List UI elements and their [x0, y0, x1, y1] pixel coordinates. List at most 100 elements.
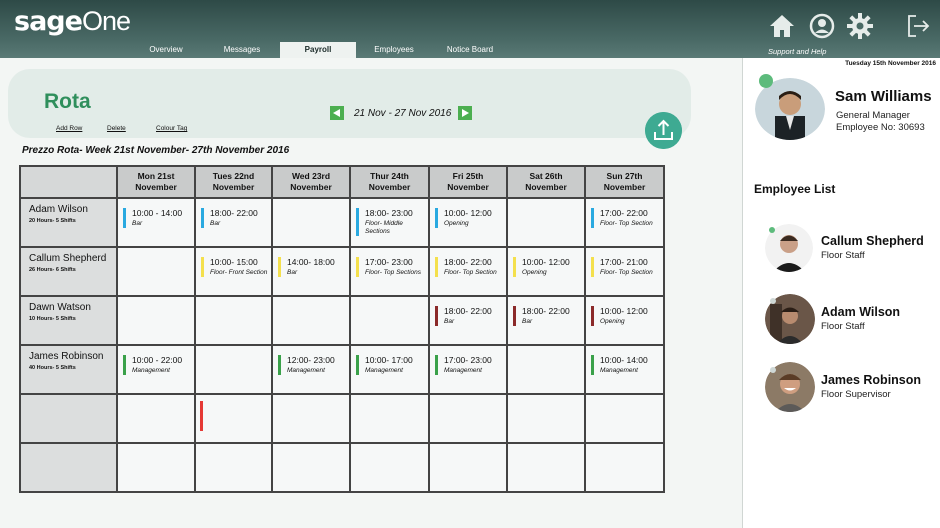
colour-tag-marker[interactable] — [200, 401, 203, 431]
day-header: Thur 24th November — [349, 165, 430, 199]
shift-cell[interactable] — [271, 295, 351, 346]
employee-cell[interactable]: Adam Wilson 20 Hours- 5 Shifts — [19, 197, 118, 248]
shift-cell[interactable]: 17:00- 22:00 Floor- Top Section — [584, 197, 665, 248]
shift-entry[interactable]: 10:00- 14:00 Management — [591, 355, 648, 375]
previous-week-arrow-icon[interactable] — [330, 106, 344, 120]
shift-cell[interactable]: 10:00 - 22:00 Management — [116, 344, 196, 395]
shift-entry[interactable]: 17:00- 23:00 Management — [435, 355, 492, 375]
shift-cell[interactable] — [584, 442, 665, 493]
shift-cell[interactable] — [116, 442, 196, 493]
shift-role: Floor- Middle Sections — [365, 220, 403, 235]
shift-cell[interactable]: 18:00- 22:00 Bar — [506, 295, 586, 346]
shift-cell[interactable]: 10:00- 12:00 Opening — [584, 295, 665, 346]
shift-entry[interactable]: 17:00- 22:00 Floor- Top Section — [591, 208, 653, 228]
shift-cell[interactable] — [194, 295, 273, 346]
support-and-help-link[interactable]: Support and Help — [768, 47, 826, 56]
shift-cell[interactable] — [194, 442, 273, 493]
shift-entry[interactable]: 12:00- 23:00 Management — [278, 355, 335, 375]
employee-cell[interactable]: James Robinson 40 Hours- 5 Shifts — [19, 344, 118, 395]
shift-cell[interactable]: 12:00- 23:00 Management — [271, 344, 351, 395]
shift-cell[interactable] — [271, 442, 351, 493]
shift-cell[interactable]: 10:00- 12:00 Opening — [506, 246, 586, 297]
shift-cell[interactable] — [428, 442, 508, 493]
day-header: Sat 26th November — [506, 165, 586, 199]
shift-cell[interactable] — [349, 442, 430, 493]
shift-cell[interactable] — [506, 442, 586, 493]
shift-cell[interactable] — [194, 344, 273, 395]
settings-icon[interactable] — [846, 12, 874, 40]
employee-cell[interactable]: Dawn Watson 10 Hours- 5 Shifts — [19, 295, 118, 346]
shift-cell[interactable]: 10:00- 14:00 Management — [584, 344, 665, 395]
home-icon[interactable] — [768, 12, 796, 40]
shift-cell[interactable] — [349, 295, 430, 346]
employee-cell[interactable]: Callum Shepherd 26 Hours- 6 Shifts — [19, 246, 118, 297]
shift-entry[interactable]: 10:00- 12:00 Opening — [513, 257, 570, 277]
shift-entry[interactable]: 18:00- 22:00 Bar — [435, 306, 492, 326]
shift-cell[interactable]: 10:00- 17:00 Management — [349, 344, 430, 395]
shift-role: Bar — [132, 220, 143, 227]
shift-entry[interactable]: 10:00 - 22:00 Management — [123, 355, 182, 375]
account-icon[interactable] — [808, 12, 836, 40]
shift-cell[interactable] — [506, 393, 586, 444]
shift-cell[interactable] — [194, 393, 273, 444]
nav-tab-messages[interactable]: Messages — [204, 42, 280, 58]
shift-cell[interactable]: 14:00- 18:00 Bar — [271, 246, 351, 297]
shift-cell[interactable] — [349, 393, 430, 444]
employee-cell[interactable] — [19, 393, 118, 444]
shift-cell[interactable] — [271, 197, 351, 248]
shift-entry[interactable]: 14:00- 18:00 Bar — [278, 257, 335, 277]
shift-cell[interactable]: 17:00- 23:00 Management — [428, 344, 508, 395]
app-logo[interactable]: sageOne — [14, 6, 131, 37]
shift-cell[interactable]: 10:00- 12:00 Opening — [428, 197, 508, 248]
shift-cell[interactable]: 17:00- 21:00 Floor- Top Section — [584, 246, 665, 297]
shift-time: 10:00- 17:00 — [365, 355, 413, 365]
colour-tag-button[interactable]: Colour Tag — [156, 125, 187, 132]
shift-cell[interactable]: 10:00 - 14:00 Bar — [116, 197, 196, 248]
logout-icon[interactable] — [904, 12, 932, 40]
shift-time: 10:00- 14:00 — [600, 355, 648, 365]
shift-cell[interactable]: 10:00- 15:00 Floor- Front Section — [194, 246, 273, 297]
nav-tab-payroll[interactable]: Payroll — [280, 42, 356, 58]
nav-tab-overview[interactable]: Overview — [128, 42, 204, 58]
shift-cell[interactable] — [428, 393, 508, 444]
export-upload-icon[interactable] — [645, 112, 682, 149]
next-week-arrow-icon[interactable] — [458, 106, 472, 120]
shift-cell[interactable]: 18:00- 22:00 Floor- Top Section — [428, 246, 508, 297]
shift-entry[interactable]: 17:00- 23:00 Floor- Top Sections — [356, 257, 421, 277]
shift-time: 12:00- 23:00 — [287, 355, 335, 365]
shift-role: Management — [132, 367, 170, 374]
shift-cell[interactable]: 18:00- 22:00 Bar — [194, 197, 273, 248]
shift-cell[interactable] — [271, 393, 351, 444]
shift-entry[interactable]: 18:00- 22:00 Bar — [201, 208, 258, 228]
shift-cell[interactable] — [584, 393, 665, 444]
nav-tab-notice-board[interactable]: Notice Board — [432, 42, 508, 58]
day-header-date: Sun 27th — [606, 171, 643, 181]
employee-cell-hours: 40 Hours- 5 Shifts — [29, 365, 76, 371]
nav-tab-employees[interactable]: Employees — [356, 42, 432, 58]
shift-cell[interactable] — [116, 295, 196, 346]
shift-cell[interactable] — [116, 246, 196, 297]
rota-header-row: Mon 21st November Tues 22nd November Wed 23r… — [19, 165, 665, 199]
shift-entry[interactable]: 18:00- 22:00 Floor- Top Section — [435, 257, 497, 277]
shift-entry[interactable]: 10:00 - 14:00 Bar — [123, 208, 182, 228]
shift-entry[interactable]: 10:00- 12:00 Opening — [591, 306, 648, 326]
add-row-button[interactable]: Add Row — [56, 125, 82, 132]
shift-cell[interactable] — [506, 344, 586, 395]
shift-cell[interactable] — [506, 197, 586, 248]
shift-cell[interactable] — [116, 393, 196, 444]
shift-entry[interactable]: 10:00- 17:00 Management — [356, 355, 413, 375]
shift-cell[interactable]: 17:00- 23:00 Floor- Top Sections — [349, 246, 430, 297]
shift-role: Opening — [522, 269, 547, 276]
delete-button[interactable]: Delete — [107, 125, 126, 132]
shift-cell[interactable]: 18:00- 22:00 Bar — [428, 295, 508, 346]
day-header-month: November — [368, 182, 411, 192]
shift-entry[interactable]: 18:00- 22:00 Bar — [513, 306, 570, 326]
shift-entry[interactable]: 10:00- 12:00 Opening — [435, 208, 492, 228]
rota-subtitle: Prezzo Rota- Week 21st November- 27th No… — [22, 145, 290, 156]
shift-entry[interactable]: 10:00- 15:00 Floor- Front Section — [201, 257, 267, 277]
employee-cell[interactable] — [19, 442, 118, 493]
shift-entry[interactable]: 18:00- 23:00 Floor- Middle Sections — [356, 208, 428, 236]
employee-cell-name: James Robinson — [29, 351, 104, 362]
shift-cell[interactable]: 18:00- 23:00 Floor- Middle Sections — [349, 197, 430, 248]
shift-entry[interactable]: 17:00- 21:00 Floor- Top Section — [591, 257, 653, 277]
